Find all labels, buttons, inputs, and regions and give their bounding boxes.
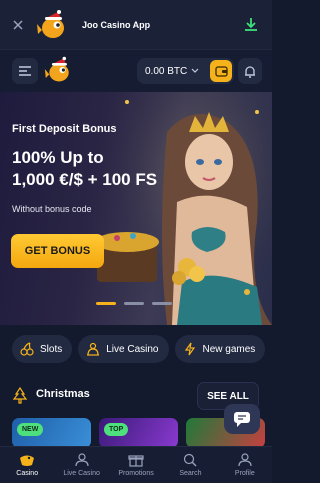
carousel-dot[interactable] [124, 302, 144, 305]
dealer-icon [87, 342, 100, 356]
bell-icon[interactable] [238, 58, 262, 84]
game-tile[interactable]: TOP [99, 418, 178, 448]
nav-casino[interactable]: Casino [0, 447, 54, 483]
section-title: Christmas [36, 388, 90, 400]
chip-label: Slots [40, 343, 63, 355]
search-icon [184, 453, 197, 467]
christmas-section-header: Christmas SEE ALL [12, 382, 262, 410]
nav-profile[interactable]: Profile [218, 447, 272, 483]
carousel-dot[interactable] [152, 302, 172, 305]
joo-logo-icon[interactable] [44, 55, 74, 85]
nav-promotions[interactable]: Promotions [109, 447, 163, 483]
hero-note: Without bonus code [12, 204, 92, 214]
nav-label: Casino [16, 470, 39, 477]
nav-search[interactable]: Search [163, 447, 217, 483]
wallet-icon[interactable] [210, 60, 232, 82]
download-icon[interactable] [242, 16, 260, 34]
carousel-dot[interactable] [96, 302, 116, 305]
nav-label: Live Casino [63, 470, 100, 477]
chip-label: Live Casino [106, 343, 159, 355]
cherry-icon [20, 342, 34, 356]
new-badge: NEW [17, 423, 44, 436]
nav-label: Promotions [118, 470, 154, 477]
app-title: Joo Casino App [82, 19, 151, 30]
support-chat-icon[interactable] [224, 404, 260, 434]
get-bonus-button[interactable]: GET BONUS [11, 234, 104, 268]
chip-new-games[interactable]: New games [174, 335, 266, 363]
hero-headline: 100% Up to [12, 148, 104, 167]
close-icon[interactable] [0, 0, 36, 50]
joo-logo-icon [36, 8, 70, 42]
nav-live-casino[interactable]: Live Casino [54, 447, 108, 483]
profile-icon [238, 453, 252, 467]
top-header: 0.00 BTC [0, 50, 272, 92]
nav-label: Profile [234, 470, 255, 477]
carousel-indicator [96, 302, 172, 305]
live-casino-icon [75, 453, 89, 467]
nav-label: Search [179, 470, 202, 477]
category-chips: Slots Live Casino New games [12, 335, 266, 363]
bottom-navigation: Casino Live Casino Promotions Search Pro… [0, 446, 272, 483]
lightning-icon [184, 342, 195, 356]
chip-live-casino[interactable]: Live Casino [78, 335, 169, 363]
chevron-down-icon [191, 67, 199, 76]
balance-selector[interactable]: 0.00 BTC [137, 58, 234, 84]
chip-label: New games [202, 343, 256, 355]
menu-icon[interactable] [12, 58, 38, 84]
app-install-banner: Joo Casino App [0, 0, 272, 50]
casino-icon [20, 455, 35, 466]
game-tile[interactable]: NEW [12, 418, 91, 448]
hero-banner[interactable]: First Deposit Bonus 100% Up to 1,000 €/$… [0, 92, 272, 325]
gift-icon [128, 455, 144, 467]
mermaid-illustration [97, 92, 272, 325]
top-badge: TOP [104, 423, 129, 436]
hero-headline-amount: 1,000 €/$ + 100 FS [12, 170, 158, 189]
balance-value: 0.00 BTC [145, 65, 188, 77]
hero-subtitle: First Deposit Bonus [12, 123, 117, 135]
chip-slots[interactable]: Slots [12, 335, 73, 363]
christmas-tree-icon [12, 387, 28, 404]
